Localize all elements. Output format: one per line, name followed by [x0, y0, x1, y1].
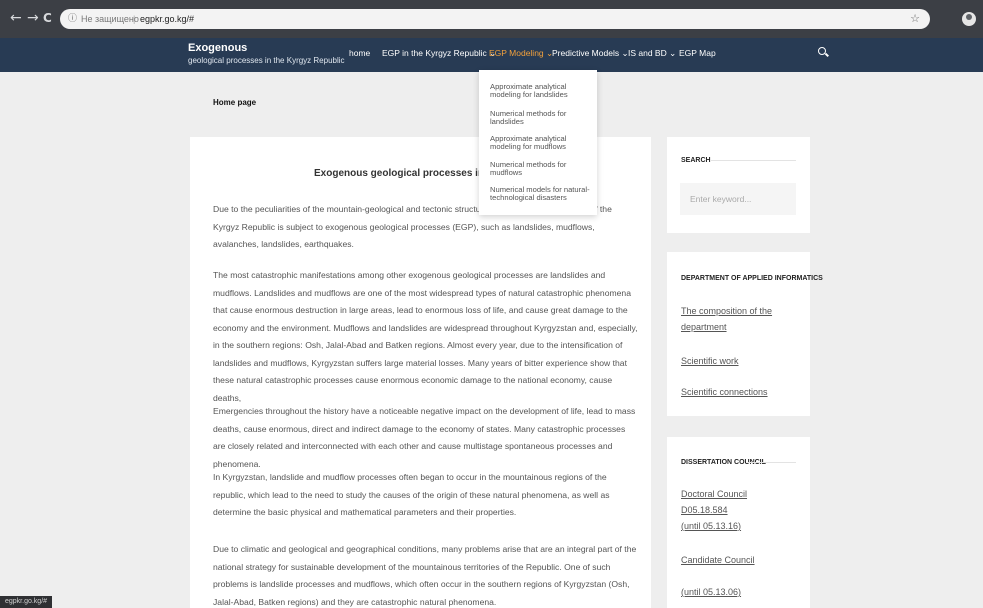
- profile-avatar-icon[interactable]: [962, 12, 976, 26]
- egp-modeling-dropdown: Approximate analytical modeling for land…: [479, 70, 597, 215]
- search-icon[interactable]: [818, 47, 826, 55]
- search-widget-title: SEARCH: [681, 157, 711, 164]
- dropdown-item[interactable]: Numerical methods for mudflows: [490, 161, 594, 177]
- reload-icon[interactable]: C: [43, 11, 52, 25]
- breadcrumb[interactable]: Home page: [213, 98, 256, 107]
- article-paragraph: The most catastrophic manifestations amo…: [213, 270, 638, 403]
- menu-is-and-bd[interactable]: IS and BD ⌄: [628, 48, 676, 59]
- dept-link-scientific-connections[interactable]: Scientific connections: [681, 384, 796, 400]
- sidebar-department-widget: DEPARTMENT OF APPLIED INFORMATICS The co…: [667, 252, 823, 416]
- browser-toolbar: ← → C ⓘ Не защищено | egpkr.go.kg/# ☆: [0, 0, 983, 38]
- dropdown-item[interactable]: Approximate analytical modeling for land…: [490, 83, 594, 99]
- dropdown-item[interactable]: Numerical methods for landslides: [490, 110, 594, 126]
- dept-link-scientific-work[interactable]: Scientific work: [681, 353, 796, 369]
- menu-predictive-models[interactable]: Predictive Models ⌄: [552, 48, 629, 59]
- council-link-candidate[interactable]: Candidate Council: [681, 552, 796, 568]
- menu-egp-map[interactable]: EGP Map: [679, 48, 716, 58]
- site-navbar: Exogenous geological processes in the Ky…: [0, 38, 983, 72]
- back-arrow-icon[interactable]: ←: [10, 11, 22, 25]
- status-url-tooltip: egpkr.go.kg/#: [0, 596, 53, 608]
- article-paragraph: Due to climatic and geological and geogr…: [213, 544, 637, 607]
- menu-home[interactable]: home: [349, 48, 370, 58]
- forward-arrow-icon[interactable]: →: [27, 11, 39, 25]
- department-widget-title: DEPARTMENT OF APPLIED INFORMATICS: [681, 275, 823, 282]
- site-subtitle: geological processes in the Kyrgyz Repub…: [188, 56, 345, 65]
- sidebar-search-widget: SEARCH Enter keyword...: [667, 137, 810, 233]
- sidebar-search-input[interactable]: Enter keyword...: [680, 183, 796, 215]
- address-separator: |: [133, 14, 136, 24]
- security-status: Не защищено: [81, 14, 139, 24]
- title-divider: [711, 160, 796, 161]
- article-paragraph: In Kyrgyzstan, landslide and mudflow pro…: [213, 472, 610, 517]
- address-bar[interactable]: ⓘ Не защищено | egpkr.go.kg/# ☆: [60, 9, 930, 29]
- site-title[interactable]: Exogenous: [188, 42, 247, 54]
- dept-link-composition[interactable]: The composition of the department: [681, 303, 796, 335]
- title-divider: [748, 462, 796, 463]
- council-link-candidate-until[interactable]: (until 05.13.06): [681, 584, 796, 600]
- article-paragraph: Emergencies throughout the history have …: [213, 406, 636, 469]
- dropdown-item[interactable]: Numerical models for natural-technologic…: [490, 186, 594, 202]
- info-icon[interactable]: ⓘ: [68, 9, 77, 29]
- menu-egp-modeling[interactable]: EGP Modeling ⌄: [489, 48, 553, 59]
- dropdown-item[interactable]: Approximate analytical modeling for mudf…: [490, 135, 594, 151]
- sidebar-council-widget: DISSERTATION COUNCIL Doctoral Council D0…: [667, 437, 810, 608]
- address-url[interactable]: egpkr.go.kg/#: [140, 9, 194, 29]
- menu-egp-kyrgyz-republic[interactable]: EGP in the Kyrgyz Republic ⌄: [382, 48, 496, 59]
- council-link-doctoral[interactable]: Doctoral Council D05.18.584: [681, 486, 796, 518]
- council-link-doctoral-until[interactable]: (until 05.13.16): [681, 518, 796, 534]
- bookmark-star-icon[interactable]: ☆: [910, 9, 920, 29]
